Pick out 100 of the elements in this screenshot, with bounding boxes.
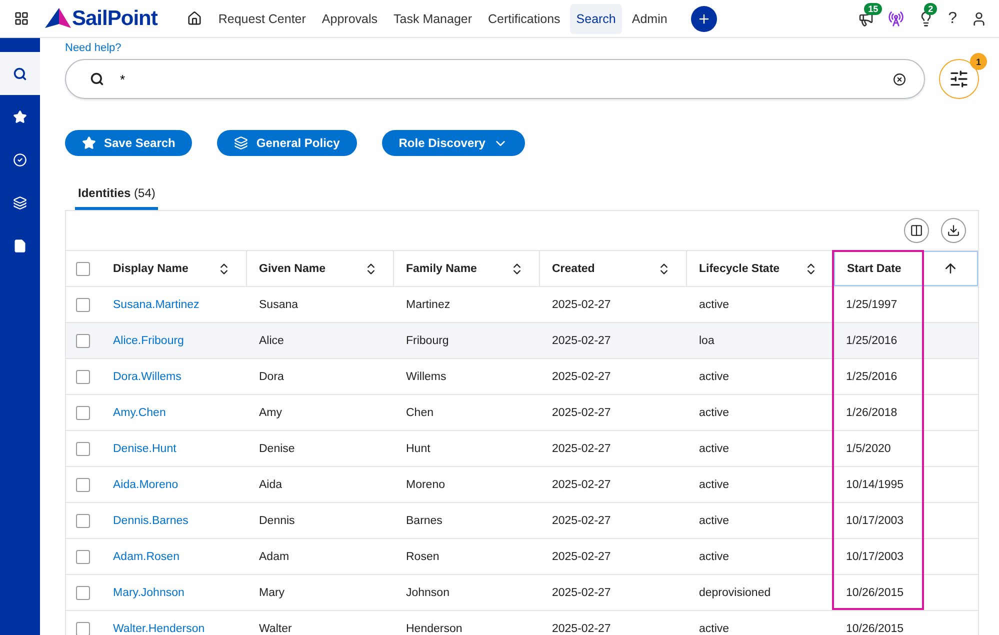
checkbox[interactable] bbox=[76, 406, 90, 420]
table-cell-text: 2025-02-27 bbox=[551, 334, 612, 346]
sidebar-button[interactable] bbox=[0, 52, 40, 95]
table-cell-text: Hunt bbox=[405, 442, 432, 454]
identity-link[interactable]: Dora.Willems bbox=[101, 370, 247, 382]
home-icon[interactable] bbox=[187, 11, 202, 26]
table-cell-text: 2025-02-27 bbox=[551, 406, 612, 418]
table-cell-text: active bbox=[698, 514, 730, 526]
sliders-icon bbox=[949, 69, 969, 89]
columns-icon bbox=[910, 224, 923, 237]
checkbox[interactable] bbox=[76, 586, 90, 600]
checkbox[interactable] bbox=[76, 334, 90, 348]
table-cell-text: deprovisioned bbox=[698, 586, 772, 598]
action-button[interactable]: Save Search bbox=[65, 130, 192, 156]
checkbox[interactable] bbox=[76, 262, 90, 276]
nav-link[interactable]: Certifications bbox=[482, 4, 566, 34]
table-cell-text: 2025-02-27 bbox=[551, 514, 612, 526]
columns-button[interactable] bbox=[904, 218, 929, 243]
table-cell-text: 2025-02-27 bbox=[551, 550, 612, 562]
clear-icon[interactable] bbox=[893, 72, 906, 86]
table-cell-text: 2025-02-27 bbox=[551, 442, 612, 454]
search-field[interactable]: * bbox=[65, 59, 925, 99]
table-cell-text: Mary bbox=[258, 586, 286, 598]
table-cell-text: active bbox=[698, 478, 730, 490]
table-cell-text: Henderson bbox=[405, 622, 464, 634]
identity-link[interactable]: Dennis.Barnes bbox=[101, 514, 247, 526]
table-cell-text: Susana bbox=[258, 298, 300, 310]
table-cell-text: 10/26/2015 bbox=[845, 586, 905, 598]
nav-link[interactable]: Admin bbox=[626, 4, 674, 34]
table-cell-text: 1/25/2016 bbox=[845, 334, 898, 346]
nav-link[interactable]: Search bbox=[570, 4, 622, 34]
star-icon bbox=[82, 136, 96, 150]
action-button[interactable]: General Policy bbox=[217, 130, 357, 156]
table-cell-text: 1/25/2016 bbox=[845, 370, 898, 382]
identity-link[interactable]: Adam.Rosen bbox=[101, 550, 247, 562]
identity-link[interactable]: Susana.Martinez bbox=[101, 298, 247, 310]
count-badge: 15 bbox=[864, 2, 882, 14]
table-cell-text: Fribourg bbox=[405, 334, 450, 346]
identity-link[interactable]: Alice.Fribourg bbox=[101, 334, 247, 346]
identity-link[interactable]: Amy.Chen bbox=[101, 406, 247, 418]
identity-link[interactable]: Walter.Henderson bbox=[101, 622, 247, 634]
table-cell-text: active bbox=[698, 370, 730, 382]
checkbox[interactable] bbox=[76, 370, 90, 384]
file-icon bbox=[13, 238, 27, 252]
table-cell-text: 1/25/1997 bbox=[845, 298, 898, 310]
nav-link[interactable]: Approvals bbox=[316, 4, 384, 34]
table-cell-text: active bbox=[698, 406, 730, 418]
nav-link[interactable]: Request Center bbox=[212, 4, 312, 34]
checkbox[interactable] bbox=[76, 442, 90, 456]
checkbox[interactable] bbox=[76, 298, 90, 312]
table-cell-text: 2025-02-27 bbox=[551, 586, 612, 598]
add-button[interactable] bbox=[691, 6, 718, 32]
table-cell-text: 1/5/2020 bbox=[845, 442, 892, 454]
app-grid-icon[interactable] bbox=[14, 11, 29, 26]
table-cell-text: Martinez bbox=[405, 298, 452, 310]
table-cell-text: Willems bbox=[405, 370, 448, 382]
count-badge: 1 bbox=[970, 53, 987, 70]
sort-ascending-icon[interactable] bbox=[943, 261, 958, 276]
check-circle-icon bbox=[13, 152, 27, 166]
nav-link[interactable]: Task Manager bbox=[388, 4, 478, 34]
table-cell-text: Rosen bbox=[405, 550, 440, 562]
table-cell-text: Alice bbox=[258, 334, 285, 346]
table-cell-text: Walter bbox=[258, 622, 293, 634]
dropdown-button[interactable]: Role Discovery bbox=[382, 130, 526, 156]
tower-icon bbox=[888, 10, 904, 26]
checkbox[interactable] bbox=[76, 514, 90, 528]
checkbox[interactable] bbox=[76, 622, 90, 635]
table-cell-text: Chen bbox=[405, 406, 434, 418]
download-icon bbox=[947, 224, 960, 237]
table-cell-text: active bbox=[698, 298, 730, 310]
identity-link[interactable]: Aida.Moreno bbox=[101, 478, 247, 490]
help-link[interactable]: Need help? bbox=[65, 42, 979, 54]
layers-icon bbox=[234, 136, 248, 150]
search-icon bbox=[13, 66, 27, 80]
table-cell-text: Amy bbox=[258, 406, 283, 418]
identity-link[interactable]: Mary.Johnson bbox=[101, 586, 247, 598]
table-cell-text: 10/14/1995 bbox=[845, 478, 905, 490]
tower-button[interactable] bbox=[888, 10, 904, 26]
table-cell-text: Dora bbox=[258, 370, 285, 382]
table-cell-text: Adam bbox=[258, 550, 290, 562]
table-cell-text: Johnson bbox=[405, 586, 450, 598]
tab[interactable]: Identities (54) bbox=[75, 184, 158, 210]
help-button[interactable]: ? bbox=[948, 10, 957, 28]
identity-link[interactable]: Denise.Hunt bbox=[101, 442, 247, 454]
filter-button[interactable] bbox=[939, 59, 979, 99]
star-icon bbox=[13, 110, 27, 124]
table-cell-text: 10/17/2003 bbox=[845, 550, 905, 562]
checkbox[interactable] bbox=[76, 550, 90, 564]
checkbox[interactable] bbox=[76, 478, 90, 492]
table-cell-text: Dennis bbox=[258, 514, 296, 526]
download-button[interactable] bbox=[941, 218, 966, 243]
table-cell-text: Aida bbox=[258, 478, 284, 490]
user-button[interactable] bbox=[971, 10, 987, 26]
layers-icon bbox=[13, 196, 27, 210]
table-cell-text: Moreno bbox=[405, 478, 446, 490]
logo: SailPoint bbox=[45, 6, 158, 30]
table-cell-text: 2025-02-27 bbox=[551, 370, 612, 382]
table-cell-text: 10/26/2015 bbox=[845, 622, 905, 634]
user-icon bbox=[971, 10, 987, 26]
table-cell-text: active bbox=[698, 442, 730, 454]
